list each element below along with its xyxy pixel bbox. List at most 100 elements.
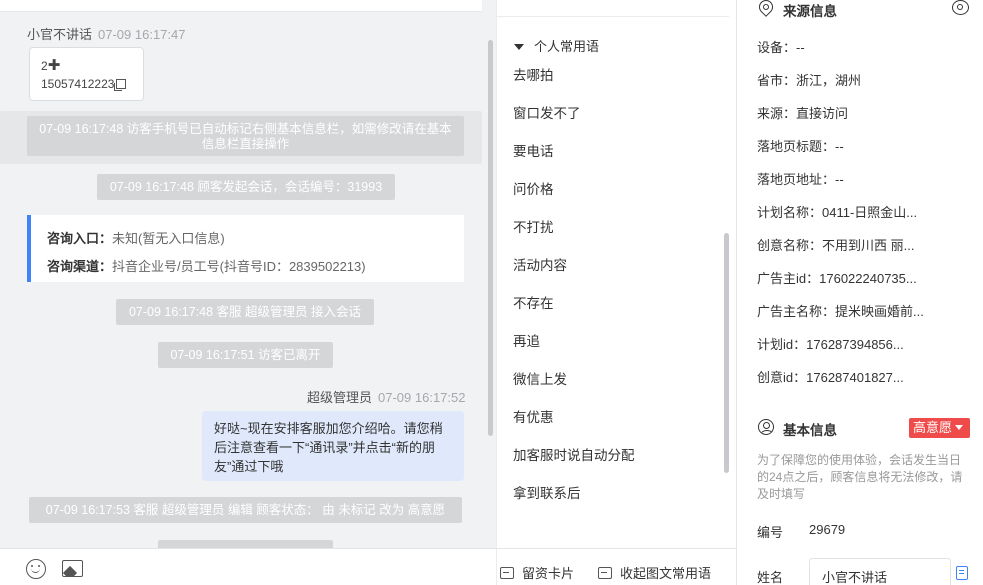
row-value: 176022240735... (819, 271, 917, 286)
edit-notice: 为了保障您的使用体验，会话发生当日的24点之后，顾客信息将无法修改，请及时填写 (757, 453, 963, 501)
row-label: 省市： (757, 73, 797, 88)
phrases-header-strip (497, 0, 729, 17)
image-icon[interactable] (62, 560, 83, 577)
source-row-creative-name: 创意名称：不用到川西 丽... (757, 235, 914, 254)
row-label: 计划名称： (757, 205, 823, 220)
card-line1-text: 2 (41, 59, 48, 73)
phrase-item[interactable]: 不打扰 (513, 218, 635, 256)
row-value: 提米映画婚前... (835, 304, 924, 319)
copy-icon[interactable] (116, 79, 127, 89)
source-row-creative-id: 创意id：176287401827... (757, 367, 904, 386)
card-phone: 15057412223 (41, 77, 115, 91)
visitor-time: 07-09 16:17:47 (98, 27, 186, 42)
card-phone-line: 15057412223 (41, 75, 143, 93)
phrase-item[interactable]: 微信上发 (513, 370, 635, 408)
row-value: 176287401827... (806, 370, 904, 385)
row-value: -- (835, 139, 844, 154)
chat-scrollbar[interactable] (488, 40, 493, 436)
system-msg-agent-joined: 07-09 16:17:48 客服 超级管理员 接入会话 (116, 299, 374, 325)
system-msg-session-start: 07-09 16:17:48 顾客发起会话，会话编号：31993 (97, 174, 395, 200)
leave-card-button[interactable]: 留资卡片 (500, 563, 574, 582)
source-row-landing-url: 落地页地址：-- (757, 169, 844, 188)
row-value: 不用到川西 丽... (822, 238, 915, 253)
agent-name: 超级管理员 (307, 390, 373, 405)
phrase-item[interactable]: 拿到联系后 (513, 484, 635, 522)
phrase-list: 去哪拍 窗口发不了 要电话 问价格 不打扰 活动内容 不存在 再追 微信上发 有… (513, 66, 635, 522)
emoji-icon[interactable] (26, 559, 46, 579)
system-msg-phone-marked: 07-09 16:17:48 访客手机号已自动标记右侧基本信息栏，如需修改请在基… (27, 116, 464, 156)
consult-entry-row: 咨询入口：未知(暂无入口信息) (47, 225, 464, 253)
entry-value: 未知(暂无入口信息) (112, 231, 225, 246)
caret-down-icon (955, 425, 964, 430)
row-value: -- (835, 172, 844, 187)
channel-value: 抖音企业号/员工号(抖音号ID：2839502213) (112, 259, 366, 274)
source-title: 来源信息 (783, 4, 837, 19)
name-label: 姓名 (757, 570, 784, 585)
message-card-icon (598, 567, 612, 579)
phrase-group-header[interactable]: 个人常用语 (514, 36, 599, 55)
phrase-item[interactable]: 问价格 (513, 180, 635, 218)
phrase-item[interactable]: 要电话 (513, 142, 635, 180)
consult-info-card: 咨询入口：未知(暂无入口信息) 咨询渠道：抖音企业号/员工号(抖音号ID：283… (27, 215, 464, 282)
agent-time: 07-09 16:17:52 (378, 390, 466, 405)
user-icon (758, 419, 774, 435)
chat-header-strip (0, 0, 482, 12)
source-row-advertiser-name: 广告主名称：提米映画婚前... (757, 301, 924, 320)
intent-status-badge[interactable]: 高意愿 (909, 418, 970, 438)
phrase-item[interactable]: 窗口发不了 (513, 104, 635, 142)
source-section-header: 来源信息 (737, 0, 983, 19)
source-row-plan-id: 计划id：176287394856... (757, 334, 904, 353)
common-phrases-panel: 个人常用语 去哪拍 窗口发不了 要电话 问价格 不打扰 活动内容 不存在 再追 … (496, 0, 736, 548)
view-icon[interactable] (952, 0, 969, 15)
row-label: 广告主名称： (757, 304, 836, 319)
source-row-device: 设备：-- (757, 37, 805, 56)
row-label: 创意名称： (757, 238, 823, 253)
row-value: 浙江，湖州 (796, 73, 862, 88)
phrase-group-title: 个人常用语 (534, 39, 600, 54)
row-label: 设备： (757, 40, 797, 55)
name-field[interactable]: 小官不讲话 (809, 558, 951, 585)
basic-info-title: 基本信息 (783, 423, 837, 438)
source-row-plan-name: 计划名称：0411-日照金山... (757, 202, 917, 221)
row-label: 创意id： (757, 370, 807, 385)
phrase-item[interactable]: 再追 (513, 332, 635, 370)
collapse-phrases-button[interactable]: 收起图文常用语 (598, 563, 711, 582)
consult-channel-row: 咨询渠道：抖音企业号/员工号(抖音号ID：2839502213) (47, 253, 464, 281)
leave-card-label: 留资卡片 (522, 566, 575, 581)
message-card-icon (500, 567, 514, 579)
visitor-contact-card[interactable]: 2✚ 15057412223 (29, 47, 144, 101)
collapse-phrases-label: 收起图文常用语 (620, 566, 712, 581)
location-pin-icon (756, 0, 776, 17)
customer-info-panel: 来源信息 设备：-- 省市：浙江，湖州 来源：直接访问 落地页标题：-- 落地页… (736, 0, 983, 585)
channel-label: 咨询渠道： (47, 259, 113, 274)
chat-panel: 小官不讲话 07-09 16:17:47 2✚ 15057412223 07-09… (0, 0, 496, 585)
plus-icon: ✚ (47, 57, 61, 74)
caret-down-icon (514, 44, 524, 50)
visitor-name: 小官不讲话 (27, 27, 93, 42)
row-value: 直接访问 (796, 106, 849, 121)
row-label: 广告主id： (757, 271, 820, 286)
phrase-item[interactable]: 有优惠 (513, 408, 635, 446)
row-label: 计划id： (757, 337, 807, 352)
phrases-bottom-bar: 留资卡片 收起图文常用语 (496, 548, 736, 585)
phrases-scrollbar[interactable] (724, 233, 729, 473)
id-value: 29679 (809, 522, 846, 537)
system-msg-status-edited: 07-09 16:17:53 客服 超级管理员 编辑 顾客状态： 由 未标记 改… (29, 497, 462, 523)
intent-status-text: 高意愿 (913, 420, 953, 435)
row-label: 来源： (757, 106, 797, 121)
phrase-item[interactable]: 不存在 (513, 294, 635, 332)
phrase-item[interactable]: 去哪拍 (513, 66, 635, 104)
row-value: 0411-日照金山... (822, 205, 918, 220)
source-row-region: 省市：浙江，湖州 (757, 70, 861, 89)
copy-icon[interactable] (956, 566, 968, 580)
row-label: 落地页地址： (757, 172, 836, 187)
row-value: -- (796, 40, 805, 55)
source-row-advertiser-id: 广告主id：176022240735... (757, 268, 917, 287)
entry-label: 咨询入口： (47, 231, 113, 246)
phrase-item[interactable]: 活动内容 (513, 256, 635, 294)
phrase-item[interactable]: 加客服时说自动分配 (513, 446, 635, 484)
visitor-sender-line: 小官不讲话 07-09 16:17:47 (27, 24, 185, 43)
source-row-landing-title: 落地页标题：-- (757, 136, 844, 155)
chat-input-toolbar (0, 548, 496, 585)
system-msg-visitor-left: 07-09 16:17:51 访客已离开 (158, 342, 333, 368)
